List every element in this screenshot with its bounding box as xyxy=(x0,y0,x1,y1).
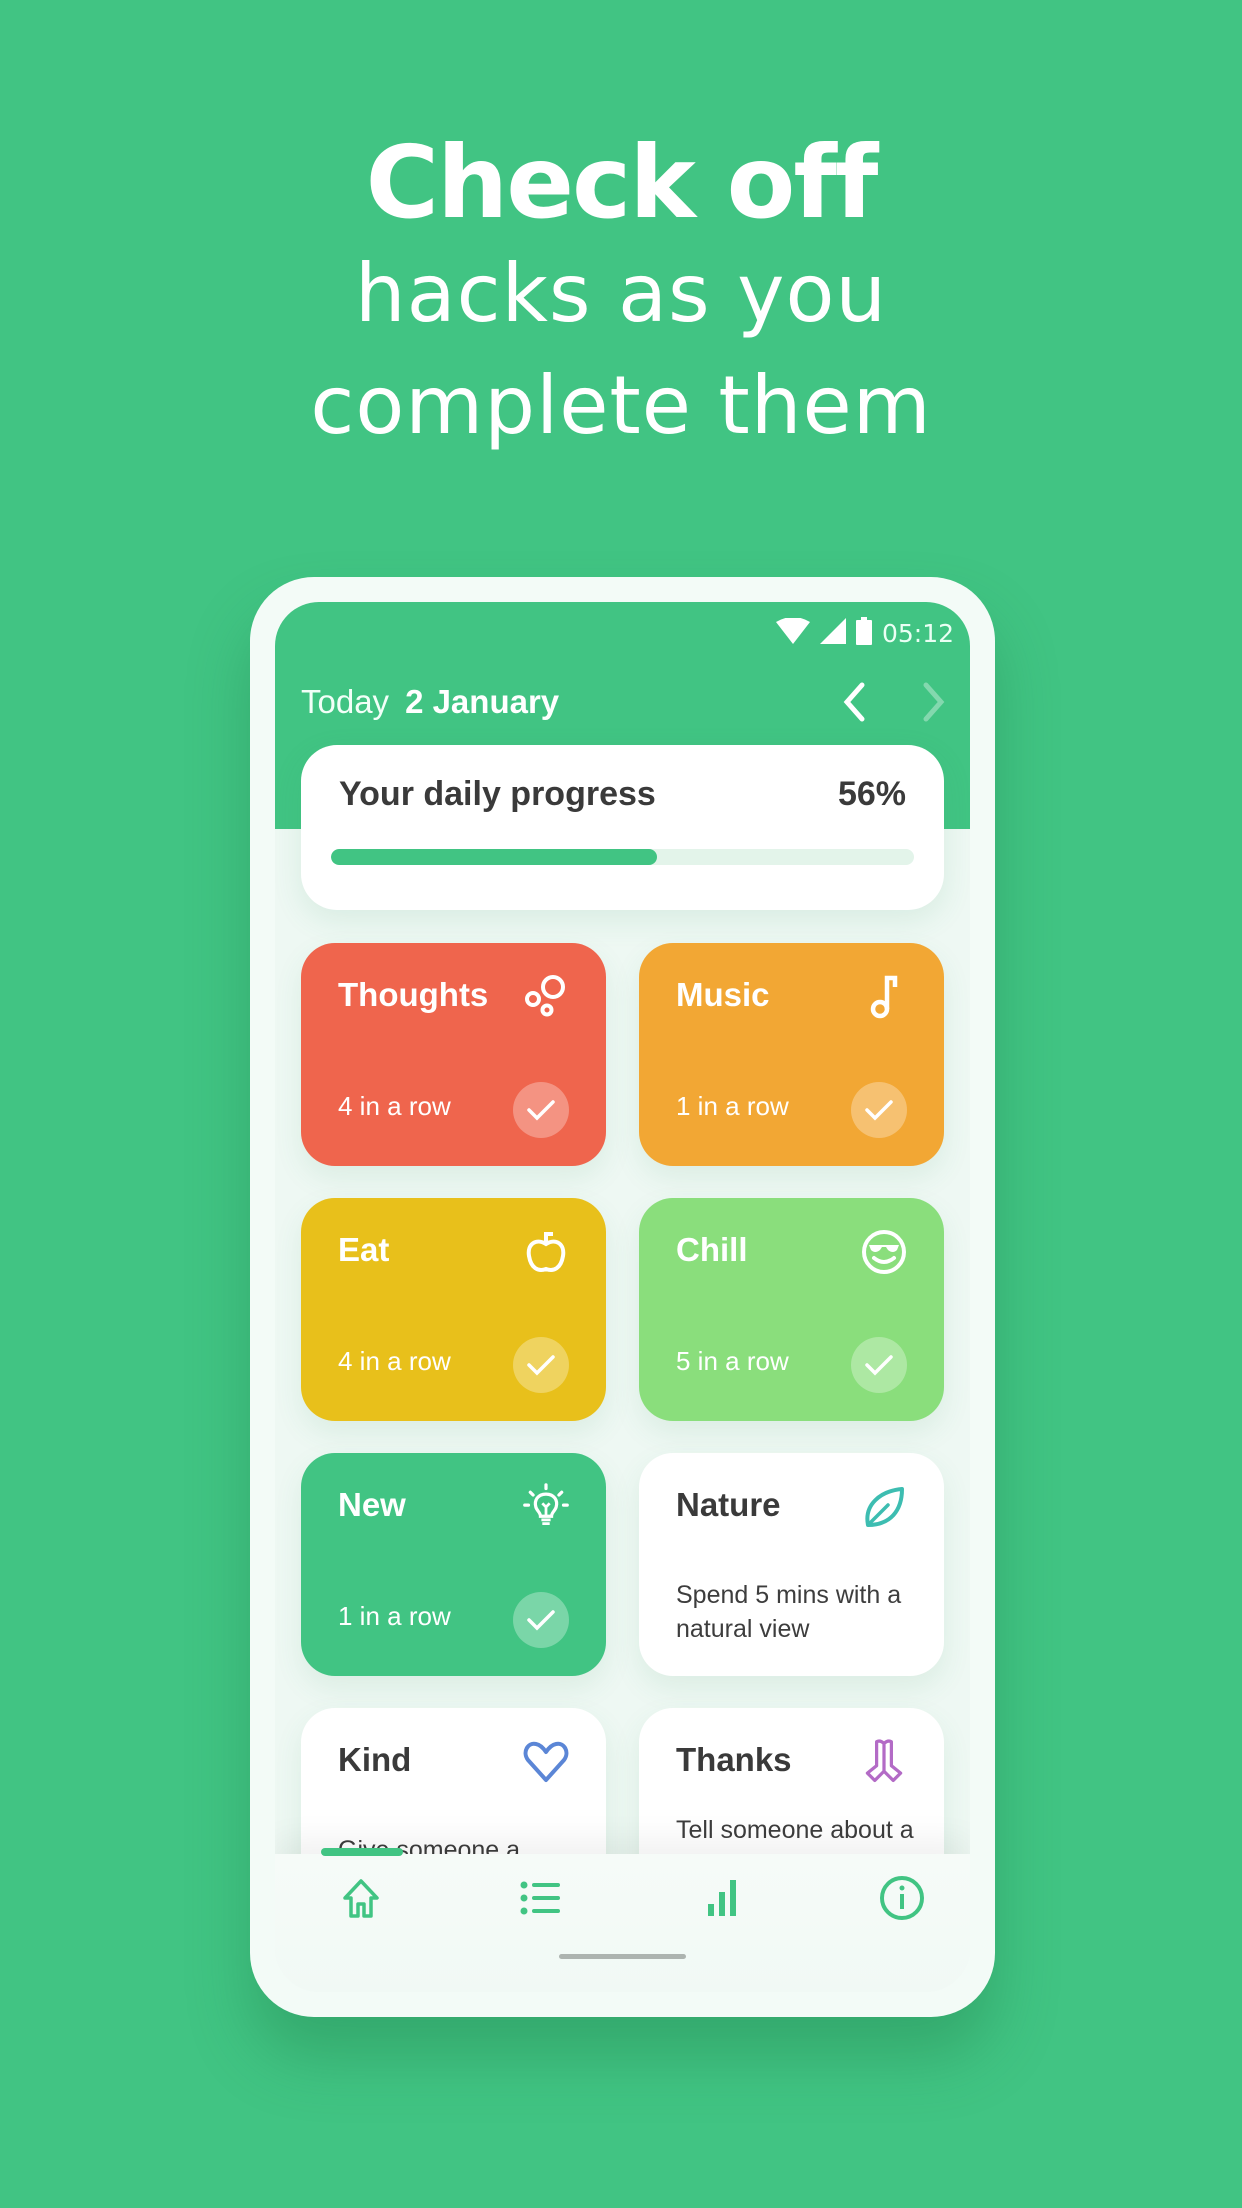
card-streak: 4 in a row xyxy=(338,1091,451,1121)
music-note-icon xyxy=(860,973,908,1021)
nav-list[interactable] xyxy=(517,1874,565,1922)
previous-day-button[interactable] xyxy=(837,680,871,724)
hack-card-thoughts[interactable]: Thoughts 4 in a row xyxy=(301,943,606,1166)
progress-percent: 56% xyxy=(837,775,906,813)
card-streak: 5 in a row xyxy=(676,1346,789,1376)
completed-checkmark[interactable] xyxy=(851,1337,907,1393)
apple-icon xyxy=(522,1228,570,1276)
card-streak: 1 in a row xyxy=(338,1601,451,1631)
headline: Check off hacks as you complete them xyxy=(0,128,1242,462)
check-icon xyxy=(527,1100,555,1121)
progress-title: Your daily progress xyxy=(339,775,656,813)
nav-home[interactable] xyxy=(337,1874,385,1922)
hacks-grid: Thoughts 4 in a row Music 1 in a row Eat… xyxy=(301,943,944,1931)
completed-checkmark[interactable] xyxy=(513,1337,569,1393)
phone-screen: 05:12 Today 2 January Your daily progres… xyxy=(275,602,970,1992)
check-icon xyxy=(865,1100,893,1121)
card-title: New xyxy=(338,1486,406,1523)
progress-bar xyxy=(331,849,914,865)
card-title: Music xyxy=(676,976,770,1013)
nav-info[interactable] xyxy=(878,1874,926,1922)
check-icon xyxy=(527,1355,555,1376)
status-bar: 05:12 xyxy=(775,610,954,656)
leaf-icon xyxy=(860,1483,908,1531)
progress-bar-fill xyxy=(331,849,658,865)
hack-card-eat[interactable]: Eat 4 in a row xyxy=(301,1198,606,1421)
status-time: 05:12 xyxy=(881,618,954,648)
bottom-navigation xyxy=(275,1848,970,1992)
card-streak: 1 in a row xyxy=(676,1091,789,1121)
headline-subtitle-line-2: complete them xyxy=(310,359,932,452)
wifi-icon xyxy=(775,616,810,649)
card-streak: 4 in a row xyxy=(338,1346,451,1376)
praying-hands-icon xyxy=(860,1738,908,1786)
card-title: Nature xyxy=(676,1486,781,1523)
daily-progress-card: Your daily progress 56% xyxy=(301,745,944,910)
hack-card-chill[interactable]: Chill 5 in a row xyxy=(639,1198,944,1421)
lightbulb-icon xyxy=(522,1483,570,1531)
completed-checkmark[interactable] xyxy=(513,1592,569,1648)
headline-title: Check off xyxy=(365,124,879,241)
heart-icon xyxy=(522,1738,570,1786)
nav-stats[interactable] xyxy=(698,1874,746,1922)
active-tab-indicator xyxy=(321,1848,403,1856)
check-icon xyxy=(865,1355,893,1376)
signal-icon xyxy=(819,617,846,649)
card-title: Chill xyxy=(676,1231,748,1268)
list-icon xyxy=(520,1881,561,1915)
card-title: Eat xyxy=(338,1231,390,1268)
check-icon xyxy=(527,1610,555,1631)
home-icon xyxy=(343,1879,379,1918)
completed-checkmark[interactable] xyxy=(513,1082,569,1138)
card-description: Spend 5 mins with a natural view xyxy=(676,1581,902,1643)
headline-subtitle-line-1: hacks as you xyxy=(354,247,888,340)
sunglasses-smiley-icon xyxy=(860,1228,908,1276)
phone-frame: 05:12 Today 2 January Your daily progres… xyxy=(250,577,995,2017)
current-date: 2 January xyxy=(405,683,560,720)
hack-card-new[interactable]: New 1 in a row xyxy=(301,1453,606,1676)
card-title: Thanks xyxy=(676,1741,792,1778)
completed-checkmark[interactable] xyxy=(851,1082,907,1138)
next-day-button[interactable] xyxy=(917,680,951,724)
hack-card-nature[interactable]: Nature Spend 5 mins with a natural view xyxy=(639,1453,944,1676)
chevron-right-icon xyxy=(923,682,945,722)
bar-chart-icon xyxy=(707,1880,736,1916)
bottom-nav-items xyxy=(275,1874,970,1922)
chevron-left-icon xyxy=(843,682,865,722)
card-title: Thoughts xyxy=(338,976,489,1013)
gesture-home-bar[interactable] xyxy=(559,1954,686,1959)
headline-subtitle: hacks as you complete them xyxy=(0,238,1242,462)
card-title: Kind xyxy=(338,1741,412,1778)
hack-card-music[interactable]: Music 1 in a row xyxy=(639,943,944,1166)
date-row: Today 2 January xyxy=(301,672,951,732)
date-navigation xyxy=(837,680,951,724)
info-icon xyxy=(879,1876,924,1920)
today-label: Today xyxy=(301,683,390,720)
bubbles-icon xyxy=(522,973,570,1021)
battery-icon xyxy=(855,616,872,650)
